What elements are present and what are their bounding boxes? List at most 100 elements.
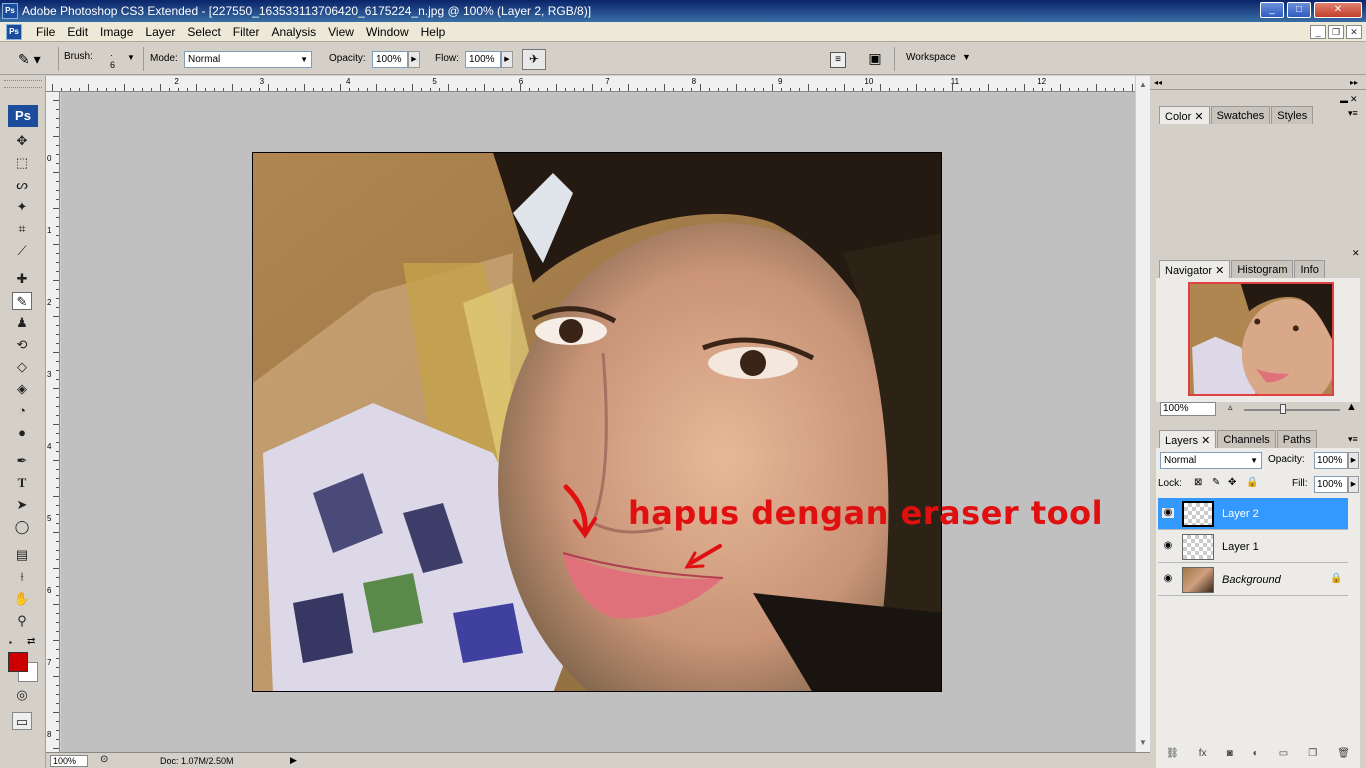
status-menu-arrow-icon[interactable]: ▶ bbox=[290, 755, 297, 766]
healing-brush-tool-icon[interactable]: ✚ bbox=[12, 270, 32, 288]
opacity-input[interactable]: 100% bbox=[372, 51, 408, 68]
tab-navigator[interactable]: Navigator ✕ bbox=[1159, 260, 1231, 278]
magic-wand-tool-icon[interactable]: ✦ bbox=[12, 198, 32, 216]
lock-all-icon[interactable]: 🔒 bbox=[1246, 477, 1258, 488]
layer-style-icon[interactable]: fx bbox=[1199, 748, 1207, 764]
tab-close-icon[interactable]: ✕ bbox=[1194, 111, 1203, 123]
menu-file[interactable]: File bbox=[30, 25, 61, 39]
type-tool-icon[interactable]: T bbox=[12, 474, 32, 492]
minimize-button[interactable]: _ bbox=[1260, 2, 1284, 18]
tab-styles[interactable]: Styles bbox=[1271, 106, 1314, 124]
tab-channels[interactable]: Channels bbox=[1217, 430, 1276, 448]
slice-tool-icon[interactable]: ⟋ bbox=[12, 242, 32, 260]
opacity-slider-button[interactable]: ▶ bbox=[408, 51, 420, 68]
navigator-zoom-slider[interactable] bbox=[1244, 409, 1340, 411]
toolbox-grip[interactable] bbox=[4, 80, 42, 88]
blur-tool-icon[interactable]: ◔ bbox=[12, 402, 32, 420]
navigator-thumbnail[interactable] bbox=[1188, 282, 1334, 396]
palette-well-icon[interactable]: ≡ bbox=[830, 52, 846, 68]
quick-mask-icon[interactable]: ◎ bbox=[12, 686, 32, 704]
menu-window[interactable]: Window bbox=[360, 25, 415, 39]
doc-close-button[interactable]: ✕ bbox=[1346, 25, 1362, 39]
layer-row[interactable]: ◉ Background 🔒 bbox=[1158, 564, 1348, 596]
zoom-tool-icon[interactable]: ⚲ bbox=[12, 612, 32, 630]
zoom-out-icon[interactable]: ▵ bbox=[1228, 402, 1233, 413]
delete-layer-icon[interactable]: 🗑 bbox=[1337, 748, 1350, 764]
default-colors-icon[interactable]: ▪ bbox=[9, 638, 17, 647]
eyedropper-tool-icon[interactable]: ⟊ bbox=[12, 568, 32, 586]
history-brush-tool-icon[interactable]: ⟲ bbox=[12, 336, 32, 354]
vertical-scrollbar[interactable]: ▲ ▼ bbox=[1135, 76, 1150, 752]
layer-row[interactable]: ◉ Layer 1 bbox=[1158, 531, 1348, 563]
zoom-field[interactable]: 100% bbox=[50, 755, 88, 767]
clone-stamp-tool-icon[interactable]: ♟ bbox=[12, 314, 32, 332]
new-layer-icon[interactable]: ❐ bbox=[1308, 748, 1317, 764]
new-group-icon[interactable]: ▭ bbox=[1279, 748, 1288, 764]
adjustment-layer-icon[interactable]: ◐ bbox=[1253, 748, 1259, 764]
screen-mode-icon[interactable]: ▭ bbox=[12, 712, 32, 730]
brush-tool-icon[interactable]: ✎ bbox=[12, 292, 32, 310]
foreground-color-swatch[interactable] bbox=[8, 652, 28, 672]
doc-minimize-button[interactable]: _ bbox=[1310, 25, 1326, 39]
brush-size[interactable]: 6 bbox=[110, 60, 115, 70]
menu-select[interactable]: Select bbox=[181, 25, 226, 39]
hand-tool-icon[interactable]: ✋ bbox=[12, 590, 32, 608]
doc-restore-button[interactable]: ❐ bbox=[1328, 25, 1344, 39]
layers-panel-menu-icon[interactable]: ▾≡ bbox=[1348, 434, 1358, 445]
zoom-in-icon[interactable]: ▲ bbox=[1346, 401, 1357, 413]
lock-transparency-icon[interactable]: ⊠ bbox=[1194, 477, 1202, 488]
workspace-menu[interactable]: Workspace bbox=[906, 52, 956, 63]
flow-input[interactable]: 100% bbox=[465, 51, 501, 68]
workspace-arrow-icon[interactable]: ▼ bbox=[962, 52, 971, 62]
layer-opacity-slider-button[interactable]: ▶ bbox=[1348, 452, 1359, 469]
status-menu-icon[interactable]: ⊙ bbox=[100, 754, 108, 765]
tab-paths[interactable]: Paths bbox=[1276, 430, 1317, 448]
visibility-eye-icon[interactable]: ◉ bbox=[1162, 574, 1174, 584]
collapse-dock-icon[interactable]: ◂◂ bbox=[1154, 78, 1162, 87]
tab-swatches[interactable]: Swatches bbox=[1210, 106, 1271, 124]
layer-row[interactable]: ◉ Layer 2 bbox=[1158, 498, 1348, 530]
visibility-eye-icon[interactable]: ◉ bbox=[1162, 541, 1174, 551]
photo-canvas[interactable] bbox=[252, 152, 942, 692]
tab-close-icon[interactable]: ✕ bbox=[1201, 435, 1210, 447]
panel-menu-icon[interactable]: ▾≡ bbox=[1348, 108, 1358, 119]
marquee-tool-icon[interactable]: ⬚ bbox=[12, 154, 32, 172]
menu-filter[interactable]: Filter bbox=[227, 25, 266, 39]
maximize-button[interactable]: □ bbox=[1287, 2, 1311, 18]
close-button[interactable]: ✕ bbox=[1314, 2, 1362, 18]
lasso-tool-icon[interactable]: ᔕ bbox=[12, 176, 32, 194]
tab-histogram[interactable]: Histogram bbox=[1231, 260, 1294, 278]
menu-analysis[interactable]: Analysis bbox=[265, 25, 322, 39]
navigator-zoom-handle[interactable] bbox=[1280, 404, 1286, 414]
menu-edit[interactable]: Edit bbox=[61, 25, 94, 39]
pen-tool-icon[interactable]: ✒ bbox=[12, 452, 32, 470]
swap-colors-icon[interactable]: ⇄ bbox=[27, 636, 35, 647]
photoshop-logo[interactable]: Ps bbox=[8, 105, 38, 127]
scroll-up-arrow-icon[interactable]: ▲ bbox=[1139, 80, 1147, 89]
lock-pixels-icon[interactable]: ✎ bbox=[1212, 477, 1220, 488]
ellipse-tool-icon[interactable]: ◯ bbox=[12, 518, 32, 536]
bridge-icon[interactable]: ▣ bbox=[864, 50, 886, 70]
paint-bucket-tool-icon[interactable]: ◈ bbox=[12, 380, 32, 398]
scroll-down-arrow-icon[interactable]: ▼ bbox=[1139, 738, 1147, 747]
layer-mask-icon[interactable]: ◙ bbox=[1227, 748, 1233, 764]
expand-dock-icon[interactable]: ▸▸ bbox=[1350, 78, 1358, 87]
tab-info[interactable]: Info bbox=[1294, 260, 1325, 278]
visibility-eye-icon[interactable]: ◉ bbox=[1162, 508, 1174, 518]
menu-layer[interactable]: Layer bbox=[139, 25, 181, 39]
layer-opacity-input[interactable]: 100% bbox=[1314, 452, 1348, 469]
fill-input[interactable]: 100% bbox=[1314, 476, 1348, 493]
link-layers-icon[interactable]: ⛓ bbox=[1166, 748, 1179, 764]
brush-tool-preset-icon[interactable]: ✎ ▾ bbox=[18, 51, 48, 69]
menu-help[interactable]: Help bbox=[415, 25, 452, 39]
tab-close-icon[interactable]: ✕ bbox=[1215, 265, 1224, 277]
blend-mode-select[interactable]: Normal ▼ bbox=[1160, 452, 1262, 469]
lock-position-icon[interactable]: ✥ bbox=[1228, 477, 1236, 488]
document-icon[interactable]: Ps bbox=[6, 24, 22, 40]
tab-color[interactable]: Color ✕ bbox=[1159, 106, 1210, 124]
eraser-tool-icon[interactable]: ◇ bbox=[12, 358, 32, 376]
tab-layers[interactable]: Layers ✕ bbox=[1159, 430, 1217, 448]
crop-tool-icon[interactable]: ⌗ bbox=[12, 220, 32, 238]
flow-slider-button[interactable]: ▶ bbox=[501, 51, 513, 68]
move-tool-icon[interactable]: ✥ bbox=[12, 132, 32, 150]
